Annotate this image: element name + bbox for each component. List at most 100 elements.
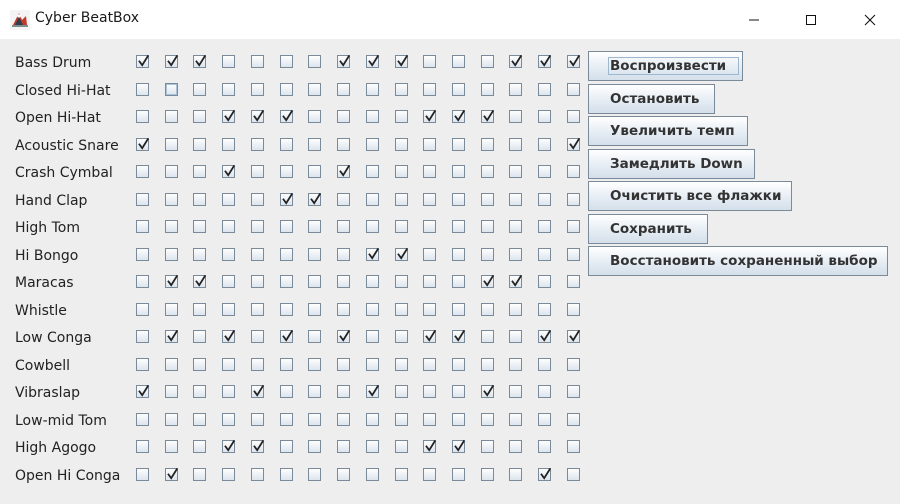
beat-checkbox[interactable] xyxy=(395,275,408,288)
beat-checkbox[interactable] xyxy=(452,248,465,261)
beat-checkbox[interactable] xyxy=(423,330,436,343)
beat-checkbox[interactable] xyxy=(452,468,465,481)
beat-checkbox[interactable] xyxy=(452,165,465,178)
beat-checkbox[interactable] xyxy=(481,440,494,453)
beat-checkbox[interactable] xyxy=(165,83,178,96)
beat-checkbox[interactable] xyxy=(337,358,350,371)
beat-checkbox[interactable] xyxy=(567,385,580,398)
beat-checkbox[interactable] xyxy=(423,55,436,68)
beat-checkbox[interactable] xyxy=(222,468,235,481)
beat-checkbox[interactable] xyxy=(222,275,235,288)
beat-checkbox[interactable] xyxy=(481,83,494,96)
beat-checkbox[interactable] xyxy=(280,385,293,398)
beat-checkbox[interactable] xyxy=(280,303,293,316)
beat-checkbox[interactable] xyxy=(136,110,149,123)
beat-checkbox[interactable] xyxy=(423,440,436,453)
beat-checkbox[interactable] xyxy=(136,330,149,343)
beat-checkbox[interactable] xyxy=(538,248,551,261)
beat-checkbox[interactable] xyxy=(509,440,522,453)
beat-checkbox[interactable] xyxy=(567,330,580,343)
beat-checkbox[interactable] xyxy=(308,385,321,398)
beat-checkbox[interactable] xyxy=(193,385,206,398)
beat-checkbox[interactable] xyxy=(136,193,149,206)
maximize-button[interactable] xyxy=(788,0,834,39)
beat-checkbox[interactable] xyxy=(366,83,379,96)
beat-checkbox[interactable] xyxy=(222,330,235,343)
beat-checkbox[interactable] xyxy=(509,385,522,398)
beat-checkbox[interactable] xyxy=(337,468,350,481)
minimize-button[interactable] xyxy=(731,0,777,39)
beat-checkbox[interactable] xyxy=(567,138,580,151)
beat-checkbox[interactable] xyxy=(452,275,465,288)
beat-checkbox[interactable] xyxy=(251,248,264,261)
beat-checkbox[interactable] xyxy=(567,358,580,371)
beat-checkbox[interactable] xyxy=(567,110,580,123)
beat-checkbox[interactable] xyxy=(395,248,408,261)
beat-checkbox[interactable] xyxy=(395,413,408,426)
beat-checkbox[interactable] xyxy=(395,165,408,178)
beat-checkbox[interactable] xyxy=(423,275,436,288)
beat-checkbox[interactable] xyxy=(366,110,379,123)
beat-checkbox[interactable] xyxy=(165,193,178,206)
beat-checkbox[interactable] xyxy=(509,330,522,343)
beat-checkbox[interactable] xyxy=(395,55,408,68)
beat-checkbox[interactable] xyxy=(452,83,465,96)
beat-checkbox[interactable] xyxy=(509,358,522,371)
beat-checkbox[interactable] xyxy=(567,248,580,261)
beat-checkbox[interactable] xyxy=(308,440,321,453)
beat-checkbox[interactable] xyxy=(251,55,264,68)
beat-checkbox[interactable] xyxy=(280,468,293,481)
beat-checkbox[interactable] xyxy=(280,83,293,96)
beat-checkbox[interactable] xyxy=(280,165,293,178)
beat-checkbox[interactable] xyxy=(337,440,350,453)
beat-checkbox[interactable] xyxy=(165,248,178,261)
beat-checkbox[interactable] xyxy=(452,220,465,233)
beat-checkbox[interactable] xyxy=(452,440,465,453)
beat-checkbox[interactable] xyxy=(481,385,494,398)
beat-checkbox[interactable] xyxy=(481,110,494,123)
beat-checkbox[interactable] xyxy=(165,138,178,151)
beat-checkbox[interactable] xyxy=(251,193,264,206)
beat-checkbox[interactable] xyxy=(251,468,264,481)
beat-checkbox[interactable] xyxy=(538,413,551,426)
beat-checkbox[interactable] xyxy=(136,468,149,481)
beat-checkbox[interactable] xyxy=(337,193,350,206)
beat-checkbox[interactable] xyxy=(538,165,551,178)
beat-checkbox[interactable] xyxy=(423,358,436,371)
beat-checkbox[interactable] xyxy=(366,165,379,178)
beat-checkbox[interactable] xyxy=(366,220,379,233)
beat-checkbox[interactable] xyxy=(452,413,465,426)
beat-checkbox[interactable] xyxy=(222,110,235,123)
beat-checkbox[interactable] xyxy=(165,220,178,233)
beat-checkbox[interactable] xyxy=(481,358,494,371)
beat-checkbox[interactable] xyxy=(165,385,178,398)
beat-checkbox[interactable] xyxy=(481,330,494,343)
beat-checkbox[interactable] xyxy=(280,330,293,343)
beat-checkbox[interactable] xyxy=(538,330,551,343)
beat-checkbox[interactable] xyxy=(538,303,551,316)
beat-checkbox[interactable] xyxy=(452,110,465,123)
beat-checkbox[interactable] xyxy=(280,110,293,123)
beat-checkbox[interactable] xyxy=(509,193,522,206)
beat-checkbox[interactable] xyxy=(538,193,551,206)
beat-checkbox[interactable] xyxy=(251,83,264,96)
beat-checkbox[interactable] xyxy=(481,468,494,481)
beat-checkbox[interactable] xyxy=(509,468,522,481)
beat-checkbox[interactable] xyxy=(366,275,379,288)
beat-checkbox[interactable] xyxy=(280,413,293,426)
beat-checkbox[interactable] xyxy=(337,138,350,151)
beat-checkbox[interactable] xyxy=(222,220,235,233)
beat-checkbox[interactable] xyxy=(193,165,206,178)
beat-checkbox[interactable] xyxy=(193,440,206,453)
beat-checkbox[interactable] xyxy=(395,303,408,316)
beat-checkbox[interactable] xyxy=(423,468,436,481)
beat-checkbox[interactable] xyxy=(251,138,264,151)
beat-checkbox[interactable] xyxy=(452,358,465,371)
beat-checkbox[interactable] xyxy=(509,413,522,426)
beat-checkbox[interactable] xyxy=(452,303,465,316)
beat-checkbox[interactable] xyxy=(366,138,379,151)
beat-checkbox[interactable] xyxy=(280,138,293,151)
beat-checkbox[interactable] xyxy=(193,248,206,261)
beat-checkbox[interactable] xyxy=(280,55,293,68)
beat-checkbox[interactable] xyxy=(308,55,321,68)
